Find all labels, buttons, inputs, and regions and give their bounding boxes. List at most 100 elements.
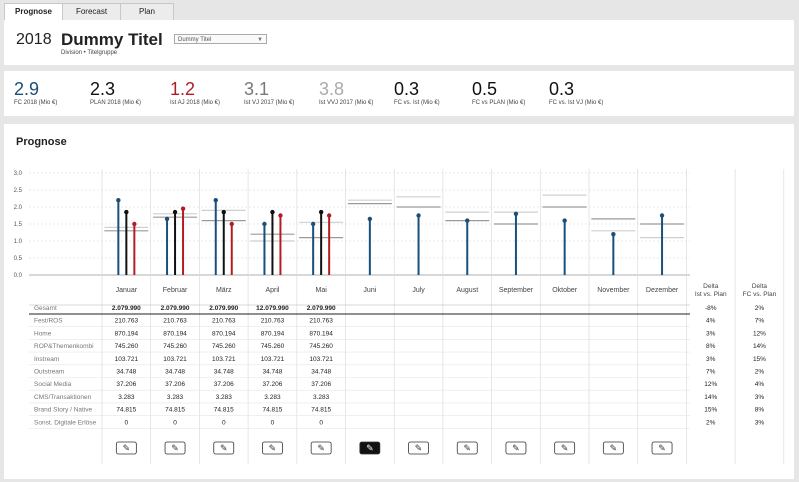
tab-prognose[interactable]: Prognose	[4, 3, 63, 21]
table-cell: 37.206	[116, 381, 136, 388]
lollipop-dot-ist	[132, 221, 137, 227]
table-cell: 103.721	[309, 356, 333, 363]
table-cell: 103.721	[115, 356, 139, 363]
pencil-icon[interactable]: ✎	[512, 443, 520, 453]
lollipop-dot-fc	[416, 213, 421, 218]
kpi-label: FC vs. Ist (Mio €)	[394, 100, 440, 106]
row-label: Gesamt	[34, 305, 57, 312]
row-label: Social Media	[34, 381, 72, 388]
delta-fc-plan: 4%	[755, 381, 765, 388]
table-cell: 12.079.990	[256, 305, 289, 312]
tab-plan[interactable]: Plan	[120, 3, 174, 20]
delta-ist-plan: 14%	[704, 394, 717, 401]
pencil-icon[interactable]: ✎	[610, 443, 618, 453]
delta-ist-plan: 7%	[706, 369, 716, 376]
delta-ist-plan: 15%	[704, 407, 717, 414]
chevron-down-icon: ▼	[257, 37, 263, 43]
table-cell: 0	[271, 419, 275, 426]
lollipop-dot-ist	[278, 213, 283, 218]
table-cell: 870.194	[261, 330, 285, 337]
table-cell: 870.194	[163, 330, 187, 337]
pencil-icon[interactable]: ✎	[561, 443, 569, 453]
kpi-value: 0.3	[549, 79, 575, 99]
lollipop-dot-fc	[164, 216, 170, 222]
delta-fc-plan: 12%	[753, 330, 766, 337]
pencil-icon[interactable]: ✎	[658, 443, 666, 453]
row-label: Fest/ROS	[34, 318, 63, 325]
table-cell: 745.260	[309, 343, 333, 350]
pencil-icon[interactable]: ✎	[269, 443, 277, 453]
table-cell: 74.815	[311, 407, 331, 414]
delta-fc-plan: 3%	[755, 394, 765, 401]
table-cell: 745.260	[115, 343, 139, 350]
y-tick-label: 0.5	[14, 256, 23, 262]
table-cell: 0	[319, 419, 323, 426]
kpi-fc: 2.9 FC 2018 (Mio €)	[14, 79, 57, 106]
kpi-fc-vs-ist-vj: 0.3 FC vs. Ist VJ (Mio €)	[549, 79, 603, 106]
table-cell: 0	[125, 419, 129, 426]
tab-forecast[interactable]: Forecast	[62, 3, 121, 20]
pencil-icon[interactable]: ✎	[415, 443, 423, 453]
lollipop-dot-ist	[229, 221, 234, 227]
title-select-value: Dummy Titel	[178, 37, 212, 43]
delta-header-line1: Delta	[752, 283, 768, 290]
y-tick-label: 2.5	[14, 188, 23, 194]
lollipop-dot-fc	[310, 221, 316, 227]
table-cell: 3.283	[118, 394, 135, 401]
month-label: November	[597, 287, 630, 294]
kpi-value: 0.5	[472, 79, 498, 99]
table-cell: 34.748	[165, 369, 185, 376]
delta-ist-plan: 12%	[704, 381, 717, 388]
pencil-icon[interactable]: ✎	[220, 443, 228, 453]
kpi-value: 3.8	[319, 79, 345, 99]
lollipop-dot-fc	[562, 218, 567, 223]
lollipop-dot-fc	[659, 213, 665, 218]
delta-ist-plan: 4%	[706, 318, 716, 325]
delta-fc-plan: 3%	[755, 419, 765, 426]
pencil-icon[interactable]: ✎	[463, 443, 471, 453]
pencil-icon[interactable]: ✎	[317, 443, 325, 453]
lollipop-dot-plan	[172, 209, 178, 215]
table-cell: 34.748	[214, 369, 234, 376]
delta-ist-plan: 2%	[706, 419, 716, 426]
kpi-label: PLAN 2018 (Mio €)	[90, 100, 142, 106]
title-select[interactable]: Dummy Titel ▼	[174, 34, 267, 44]
lollipop-dot-ist	[326, 213, 332, 218]
table-cell: 210.763	[212, 318, 236, 325]
kpi-ist-vvj: 3.8 Ist VVJ 2017 (Mio €)	[319, 79, 373, 106]
delta-fc-plan: 7%	[755, 318, 765, 325]
pencil-icon[interactable]: ✎	[366, 443, 374, 453]
table-cell: 34.748	[263, 369, 283, 376]
lollipop-dot-ist	[180, 206, 186, 211]
table-cell: 34.748	[116, 369, 136, 376]
delta-header-line2: FC vs. Plan	[743, 291, 777, 298]
lollipop-dot-fc	[513, 211, 519, 216]
month-label: Dezember	[646, 287, 679, 294]
y-tick-label: 2.0	[14, 205, 23, 211]
month-label: Januar	[116, 287, 138, 294]
delta-header-line2: Ist vs. Plan	[695, 291, 727, 298]
pencil-icon[interactable]: ✎	[171, 443, 179, 453]
tab-bar: Prognose Forecast Plan	[4, 3, 174, 21]
table-cell: 210.763	[261, 318, 285, 325]
delta-header-line1: Delta	[703, 283, 719, 290]
kpi-label: Ist AJ 2018 (Mio €)	[170, 100, 221, 106]
delta-fc-plan: 2%	[755, 305, 765, 312]
table-cell: 870.194	[115, 330, 139, 337]
month-label: April	[265, 287, 279, 294]
kpi-label: FC vs PLAN (Mio €)	[472, 100, 526, 106]
month-label: July	[412, 287, 425, 294]
delta-fc-plan: 8%	[755, 407, 765, 414]
table-cell: 37.206	[311, 381, 331, 388]
delta-ist-plan: 8%	[706, 343, 716, 350]
lollipop-dot-plan	[270, 209, 275, 215]
table-cell: 745.260	[261, 343, 285, 350]
row-label: ROP&Themenkombi	[34, 343, 94, 350]
kpi-label: Ist VVJ 2017 (Mio €)	[319, 100, 374, 106]
table-cell: 103.721	[163, 356, 187, 363]
pencil-icon[interactable]: ✎	[123, 443, 131, 453]
table-cell: 3.283	[167, 394, 184, 401]
lollipop-dot-fc	[116, 198, 121, 203]
month-label: Oktober	[552, 287, 578, 294]
lollipop-dot-fc	[367, 216, 373, 222]
